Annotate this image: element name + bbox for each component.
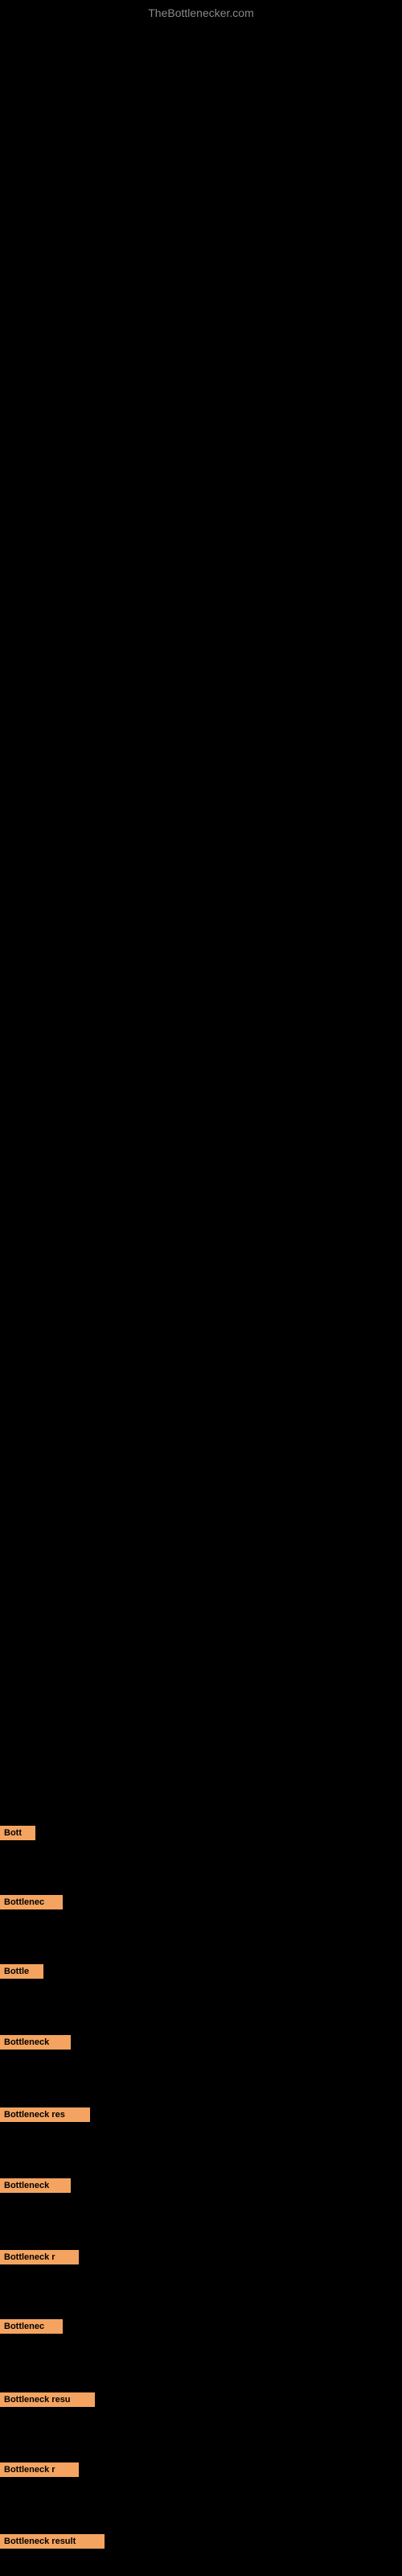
bottleneck-result-label: Bottlenec: [0, 2319, 63, 2334]
bottleneck-result-label: Bottlenec: [0, 1895, 63, 1909]
bottleneck-result-label: Bott: [0, 1826, 35, 1840]
bottleneck-result-label: Bottleneck result: [0, 2534, 105, 2549]
bottleneck-result-label: Bottleneck: [0, 2178, 71, 2193]
bottleneck-result-label: Bottleneck resu: [0, 2392, 95, 2407]
bottleneck-result-label: Bottleneck r: [0, 2462, 79, 2477]
bottleneck-result-label: Bottleneck res: [0, 2107, 90, 2122]
site-title: TheBottlenecker.com: [0, 6, 402, 19]
bottleneck-result-label: Bottleneck: [0, 2035, 71, 2050]
bottleneck-result-label: Bottleneck r: [0, 2250, 79, 2264]
bottleneck-result-label: Bottle: [0, 1964, 43, 1979]
